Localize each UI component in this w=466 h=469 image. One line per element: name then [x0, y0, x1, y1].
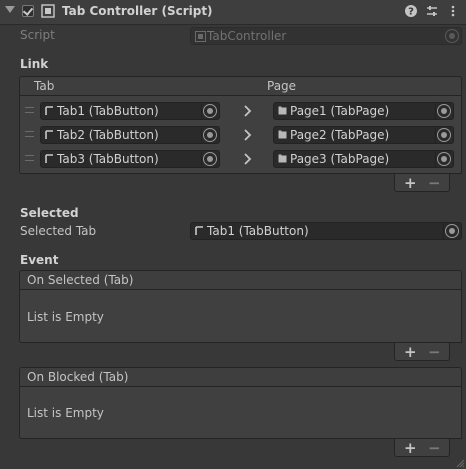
- enabled-checkbox[interactable]: [22, 5, 34, 17]
- script-asset-icon: [195, 31, 206, 42]
- script-field[interactable]: TabController: [190, 27, 462, 45]
- selected-tab-label: Selected Tab: [20, 224, 97, 238]
- page-icon: [278, 130, 287, 139]
- drag-handle-icon[interactable]: [25, 131, 34, 137]
- add-listener-button[interactable]: +: [404, 441, 417, 456]
- help-glyph: ?: [408, 7, 414, 18]
- on-selected-empty: List is Empty: [27, 310, 104, 324]
- tab-value: Tab3 (TabButton): [57, 152, 159, 166]
- object-picker-icon[interactable]: [203, 104, 217, 118]
- component-title: Tab Controller (Script): [62, 4, 213, 18]
- object-picker-icon[interactable]: [437, 128, 451, 142]
- object-picker-icon[interactable]: [203, 128, 217, 142]
- link-list-footer: [394, 174, 450, 192]
- on-selected-title: On Selected (Tab): [27, 273, 134, 287]
- tab-field[interactable]: Tab1 (TabButton): [40, 102, 220, 120]
- add-element-button[interactable]: +: [404, 176, 417, 191]
- tab-button-icon: [45, 154, 53, 163]
- on-selected-footer: [394, 343, 450, 361]
- object-picker-icon[interactable]: [445, 224, 459, 238]
- tab-button-icon: [195, 226, 203, 235]
- chevron-right-icon: [244, 153, 252, 165]
- page-value: Page3 (TabPage): [290, 152, 390, 166]
- page-field[interactable]: Page1 (TabPage): [273, 102, 454, 120]
- selected-tab-field[interactable]: Tab1 (TabButton): [190, 222, 462, 240]
- tab-button-icon: [45, 130, 53, 139]
- page-field[interactable]: Page2 (TabPage): [273, 126, 454, 144]
- presets-icon[interactable]: [425, 4, 439, 18]
- add-listener-button[interactable]: +: [404, 345, 417, 360]
- drag-handle-icon[interactable]: [25, 155, 34, 161]
- link-list-header: [19, 76, 462, 96]
- event-section-label: Event: [20, 253, 59, 267]
- object-picker-icon[interactable]: [437, 152, 451, 166]
- object-picker-icon[interactable]: [437, 104, 451, 118]
- resize-grip-icon[interactable]: [456, 459, 465, 468]
- on-blocked-empty: List is Empty: [27, 406, 104, 420]
- remove-listener-button[interactable]: −: [428, 345, 441, 360]
- script-label: Script: [20, 28, 55, 42]
- on-blocked-title: On Blocked (Tab): [27, 370, 129, 384]
- foldout-arrow-icon[interactable]: [5, 6, 15, 13]
- remove-listener-button[interactable]: −: [428, 441, 441, 456]
- page-field[interactable]: Page3 (TabPage): [273, 150, 454, 168]
- tab-field[interactable]: Tab2 (TabButton): [40, 126, 220, 144]
- link-section-label: Link: [20, 57, 49, 71]
- drag-handle-icon[interactable]: [25, 107, 34, 113]
- tab-value: Tab2 (TabButton): [57, 128, 159, 142]
- page-icon: [278, 106, 287, 115]
- chevron-right-icon: [244, 105, 252, 117]
- chevron-right-icon: [244, 129, 252, 141]
- tab-button-icon: [45, 106, 53, 115]
- selected-section-label: Selected: [20, 206, 79, 220]
- selected-tab-value: Tab1 (TabButton): [207, 224, 309, 238]
- link-col-page: Page: [267, 79, 297, 93]
- help-icon[interactable]: ?: [404, 4, 418, 18]
- object-picker-icon[interactable]: [445, 29, 459, 43]
- link-col-tab: Tab: [34, 79, 55, 93]
- page-value: Page2 (TabPage): [290, 128, 390, 142]
- page-value: Page1 (TabPage): [290, 104, 390, 118]
- page-icon: [278, 154, 287, 163]
- tab-value: Tab1 (TabButton): [57, 104, 159, 118]
- tab-field[interactable]: Tab3 (TabButton): [40, 150, 220, 168]
- context-menu-icon[interactable]: [446, 4, 460, 18]
- object-picker-icon[interactable]: [203, 152, 217, 166]
- script-value: TabController: [207, 29, 287, 43]
- on-blocked-footer: [394, 439, 450, 457]
- script-icon: [41, 4, 55, 18]
- remove-element-button[interactable]: −: [428, 176, 441, 191]
